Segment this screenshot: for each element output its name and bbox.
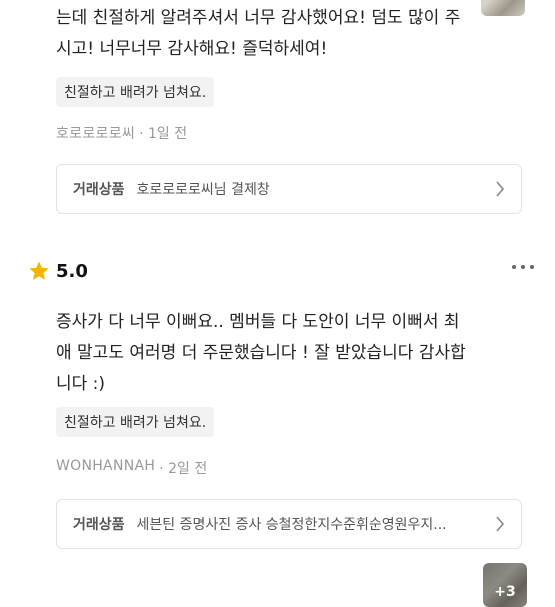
traded-product-link[interactable]: 거래상품 호로로로로씨님 결제창 [56, 164, 522, 214]
review-time: · 1일 전 [139, 126, 188, 142]
review-tag: 친절하고 배려가 넘쳐요. [56, 77, 215, 107]
review-photo-thumbnail[interactable] [481, 0, 525, 16]
star-icon [29, 261, 49, 280]
review-meta: 호로로로로씨 · 1일 전 [56, 123, 187, 143]
chevron-right-icon [496, 516, 505, 532]
review-author[interactable]: 호로로로로씨 [56, 123, 135, 143]
review-tag: 친절하고 배려가 넘쳐요. [56, 407, 215, 437]
photo-count: +3 [494, 584, 516, 600]
review-meta: WONHANNAH · 2일 전 [56, 458, 207, 478]
review-author[interactable]: WONHANNAH [56, 458, 155, 478]
traded-product-name: 호로로로로씨님 결제창 [136, 182, 270, 198]
more-dots-icon[interactable] [512, 265, 534, 269]
traded-product-link[interactable]: 거래상품 세븐틴 증명사진 증사 승철정한지수준휘순영원우지... [56, 499, 522, 549]
review-rating: 5.0 [28, 260, 88, 282]
chevron-right-icon [496, 181, 505, 197]
review-photo-thumbnail[interactable]: +3 [483, 563, 527, 607]
traded-product-label: 거래상품 [73, 182, 125, 198]
review-text: 는데 친절하게 알려주셔서 너무 감사했어요! 덤도 많이 주시고! 너무너무 … [56, 8, 461, 59]
review-time: · 2일 전 [159, 461, 208, 477]
traded-product-name: 세븐틴 증명사진 증사 승철정한지수준휘순영원우지... [136, 517, 447, 533]
review-text: 증사가 다 너무 이뻐요.. 멤버들 다 도안이 너무 이뻐서 최애 말고도 여… [56, 312, 466, 394]
rating-value: 5.0 [56, 260, 88, 282]
traded-product-label: 거래상품 [73, 517, 125, 533]
